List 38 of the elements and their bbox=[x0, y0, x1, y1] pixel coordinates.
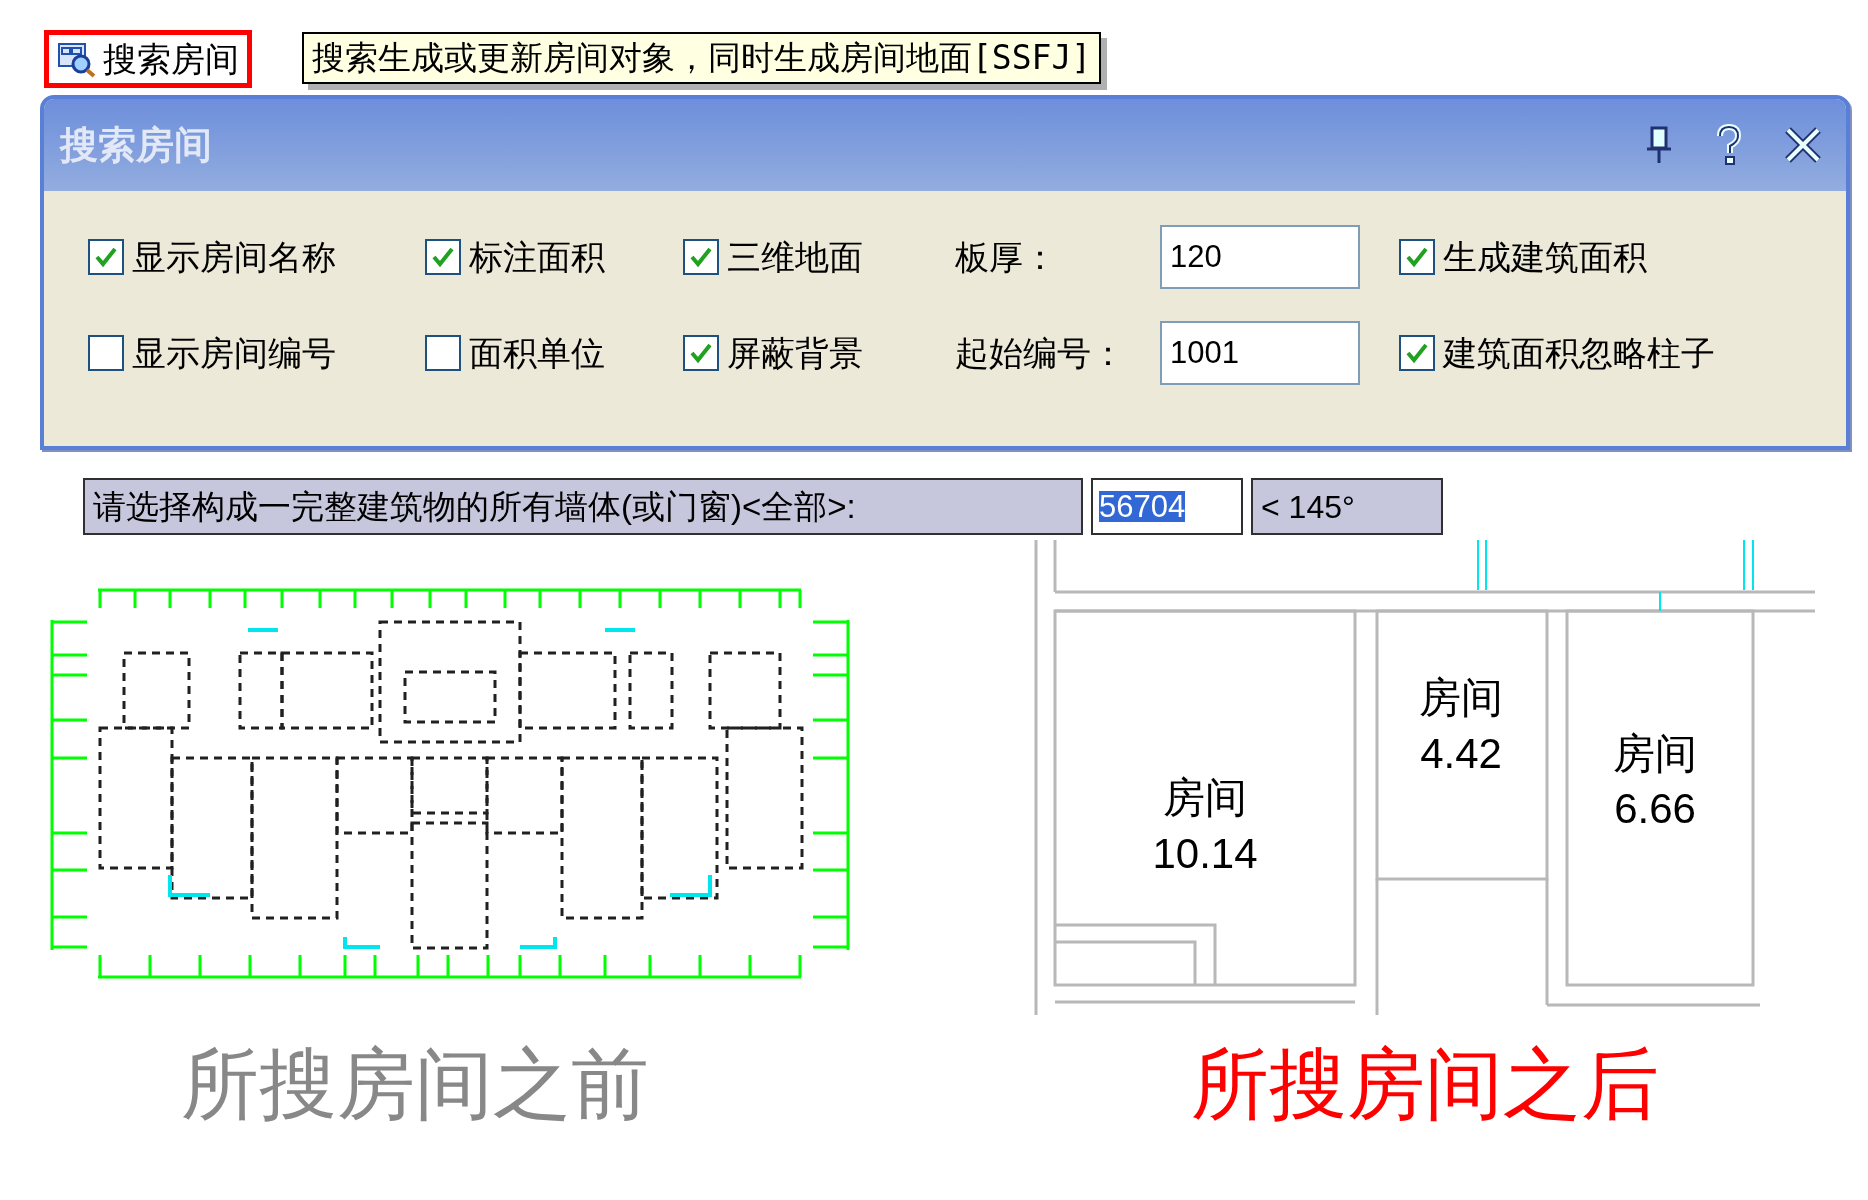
command-input[interactable]: 56704 bbox=[1091, 478, 1243, 535]
checkbox-label[interactable]: 标注面积 bbox=[469, 231, 605, 283]
checkbox-label[interactable]: 屏蔽背景 bbox=[727, 327, 863, 379]
search-room-button[interactable]: 搜索房间 bbox=[44, 30, 252, 88]
checkbox[interactable] bbox=[1399, 335, 1435, 371]
angle-readout: < 145° bbox=[1251, 478, 1443, 535]
room-name-label: 房间 bbox=[1613, 730, 1697, 777]
checkbox[interactable] bbox=[683, 335, 719, 371]
dialog-title: 搜索房间 bbox=[60, 122, 212, 168]
room-area-label: 6.66 bbox=[1614, 785, 1696, 832]
pin-icon[interactable] bbox=[1644, 125, 1674, 165]
checkbox-label[interactable]: 三维地面 bbox=[727, 231, 863, 283]
room-name-label: 房间 bbox=[1163, 774, 1247, 821]
checkbox[interactable] bbox=[88, 335, 124, 371]
field-label: 起始编号： bbox=[955, 332, 1126, 374]
checkbox-label[interactable]: 生成建筑面积 bbox=[1443, 231, 1647, 283]
room-area-label: 10.14 bbox=[1152, 830, 1258, 877]
checkbox[interactable] bbox=[425, 335, 461, 371]
checkbox[interactable] bbox=[1399, 239, 1435, 275]
checkbox-label[interactable]: 建筑面积忽略柱子 bbox=[1443, 327, 1715, 379]
input-field[interactable]: 120 bbox=[1160, 225, 1360, 289]
input-field[interactable]: 1001 bbox=[1160, 321, 1360, 385]
caption: 所搜房间之前 bbox=[181, 1045, 649, 1123]
room-area-label: 4.42 bbox=[1420, 730, 1502, 777]
command-prompt: 请选择构成一完整建筑物的所有墙体(或门窗)<全部>: bbox=[83, 478, 1083, 535]
checkbox-label[interactable]: 显示房间编号 bbox=[132, 327, 336, 379]
checkbox[interactable] bbox=[425, 239, 461, 275]
checkbox-label[interactable]: 面积单位 bbox=[469, 327, 605, 379]
checkbox[interactable] bbox=[683, 239, 719, 275]
caption: 所搜房间之后 bbox=[1191, 1045, 1659, 1123]
field-label: 板厚： bbox=[955, 236, 1058, 278]
close-icon[interactable] bbox=[1784, 126, 1822, 164]
input-value: 56704 bbox=[1099, 491, 1186, 522]
help-icon[interactable] bbox=[1714, 124, 1744, 166]
checkbox-label[interactable]: 显示房间名称 bbox=[132, 231, 336, 283]
room-search-icon bbox=[57, 40, 97, 78]
checkbox[interactable] bbox=[88, 239, 124, 275]
room-name-label: 房间 bbox=[1419, 674, 1503, 721]
